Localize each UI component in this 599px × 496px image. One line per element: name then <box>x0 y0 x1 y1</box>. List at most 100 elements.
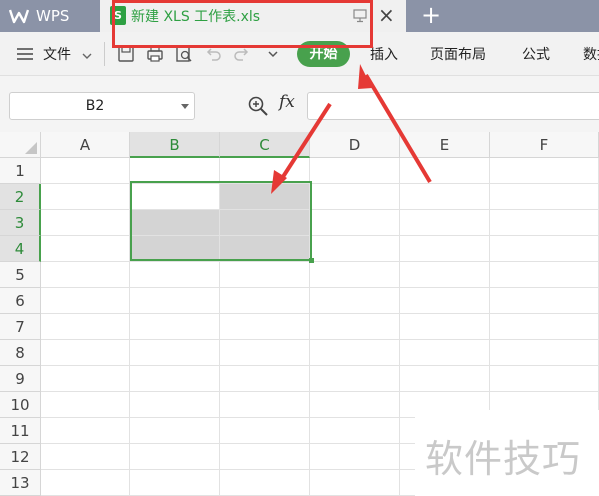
cell-d11[interactable] <box>310 418 400 444</box>
row-header-12[interactable]: 12 <box>0 444 41 470</box>
column-header-d[interactable]: D <box>310 132 400 158</box>
cell-a9[interactable] <box>41 366 130 392</box>
cell-a12[interactable] <box>41 444 130 470</box>
row-header-11[interactable]: 11 <box>0 418 41 444</box>
cell-f3[interactable] <box>490 210 599 236</box>
cell-b1[interactable] <box>130 158 220 184</box>
cell-a11[interactable] <box>41 418 130 444</box>
dropdown-caret-icon[interactable] <box>181 104 189 109</box>
cell-b2[interactable] <box>130 184 220 210</box>
cell-d10[interactable] <box>310 392 400 418</box>
tab-data[interactable]: 数据 <box>583 44 599 64</box>
cell-b10[interactable] <box>130 392 220 418</box>
cell-e2[interactable] <box>400 184 490 210</box>
row-header-1[interactable]: 1 <box>0 158 41 184</box>
cell-f6[interactable] <box>490 288 599 314</box>
tab-insert[interactable]: 插入 <box>370 44 398 64</box>
hamburger-menu-icon[interactable] <box>16 46 34 60</box>
cell-b9[interactable] <box>130 366 220 392</box>
cell-c7[interactable] <box>220 314 310 340</box>
cell-a5[interactable] <box>41 262 130 288</box>
cell-b4[interactable] <box>130 236 220 262</box>
cell-a6[interactable] <box>41 288 130 314</box>
wps-home-tab[interactable]: WPS <box>0 0 95 32</box>
cell-e6[interactable] <box>400 288 490 314</box>
cell-f4[interactable] <box>490 236 599 262</box>
file-menu[interactable]: 文件 <box>43 44 71 64</box>
cell-d3[interactable] <box>310 210 400 236</box>
tab-formulas[interactable]: 公式 <box>522 44 550 64</box>
cell-c4[interactable] <box>220 236 310 262</box>
cell-f8[interactable] <box>490 340 599 366</box>
cell-d7[interactable] <box>310 314 400 340</box>
select-all-corner[interactable] <box>0 132 41 158</box>
cell-b13[interactable] <box>130 470 220 496</box>
cell-d9[interactable] <box>310 366 400 392</box>
cell-a3[interactable] <box>41 210 130 236</box>
cell-c10[interactable] <box>220 392 310 418</box>
row-header-5[interactable]: 5 <box>0 262 41 288</box>
zoom-search-icon[interactable] <box>247 95 269 117</box>
cell-f7[interactable] <box>490 314 599 340</box>
cell-d5[interactable] <box>310 262 400 288</box>
cell-a4[interactable] <box>41 236 130 262</box>
cell-f1[interactable] <box>490 158 599 184</box>
add-tab-icon[interactable]: + <box>421 0 441 30</box>
cell-d8[interactable] <box>310 340 400 366</box>
cell-b8[interactable] <box>130 340 220 366</box>
cell-c5[interactable] <box>220 262 310 288</box>
cell-d2[interactable] <box>310 184 400 210</box>
cell-f2[interactable] <box>490 184 599 210</box>
cell-d12[interactable] <box>310 444 400 470</box>
close-tab-icon[interactable]: × <box>378 4 395 26</box>
cell-e5[interactable] <box>400 262 490 288</box>
cell-d6[interactable] <box>310 288 400 314</box>
row-header-13[interactable]: 13 <box>0 470 41 496</box>
cell-c13[interactable] <box>220 470 310 496</box>
column-header-b[interactable]: B <box>130 132 220 158</box>
cell-d4[interactable] <box>310 236 400 262</box>
cell-a13[interactable] <box>41 470 130 496</box>
cell-b12[interactable] <box>130 444 220 470</box>
function-wizard-icon[interactable]: fx <box>279 92 295 112</box>
name-box[interactable]: B2 <box>9 92 195 120</box>
cell-e7[interactable] <box>400 314 490 340</box>
cell-c2[interactable] <box>220 184 310 210</box>
row-header-8[interactable]: 8 <box>0 340 41 366</box>
cell-c3[interactable] <box>220 210 310 236</box>
cell-e3[interactable] <box>400 210 490 236</box>
cell-c9[interactable] <box>220 366 310 392</box>
row-header-4[interactable]: 4 <box>0 236 41 262</box>
cell-e9[interactable] <box>400 366 490 392</box>
cell-c12[interactable] <box>220 444 310 470</box>
cell-d13[interactable] <box>310 470 400 496</box>
cell-e4[interactable] <box>400 236 490 262</box>
formula-input[interactable] <box>307 92 599 120</box>
cell-a8[interactable] <box>41 340 130 366</box>
row-header-3[interactable]: 3 <box>0 210 41 236</box>
cell-e8[interactable] <box>400 340 490 366</box>
cell-c1[interactable] <box>220 158 310 184</box>
cell-c6[interactable] <box>220 288 310 314</box>
cell-a1[interactable] <box>41 158 130 184</box>
row-header-9[interactable]: 9 <box>0 366 41 392</box>
cell-b5[interactable] <box>130 262 220 288</box>
row-header-10[interactable]: 10 <box>0 392 41 418</box>
cell-b6[interactable] <box>130 288 220 314</box>
cell-a10[interactable] <box>41 392 130 418</box>
cell-a7[interactable] <box>41 314 130 340</box>
cell-e1[interactable] <box>400 158 490 184</box>
cell-b11[interactable] <box>130 418 220 444</box>
cell-f9[interactable] <box>490 366 599 392</box>
column-header-f[interactable]: F <box>490 132 599 158</box>
cell-c11[interactable] <box>220 418 310 444</box>
row-header-7[interactable]: 7 <box>0 314 41 340</box>
tab-page-layout[interactable]: 页面布局 <box>430 44 486 64</box>
cell-f5[interactable] <box>490 262 599 288</box>
row-header-2[interactable]: 2 <box>0 184 41 210</box>
chevron-down-icon[interactable] <box>81 47 93 59</box>
column-header-a[interactable]: A <box>41 132 130 158</box>
cell-d1[interactable] <box>310 158 400 184</box>
cell-c8[interactable] <box>220 340 310 366</box>
column-header-e[interactable]: E <box>400 132 490 158</box>
